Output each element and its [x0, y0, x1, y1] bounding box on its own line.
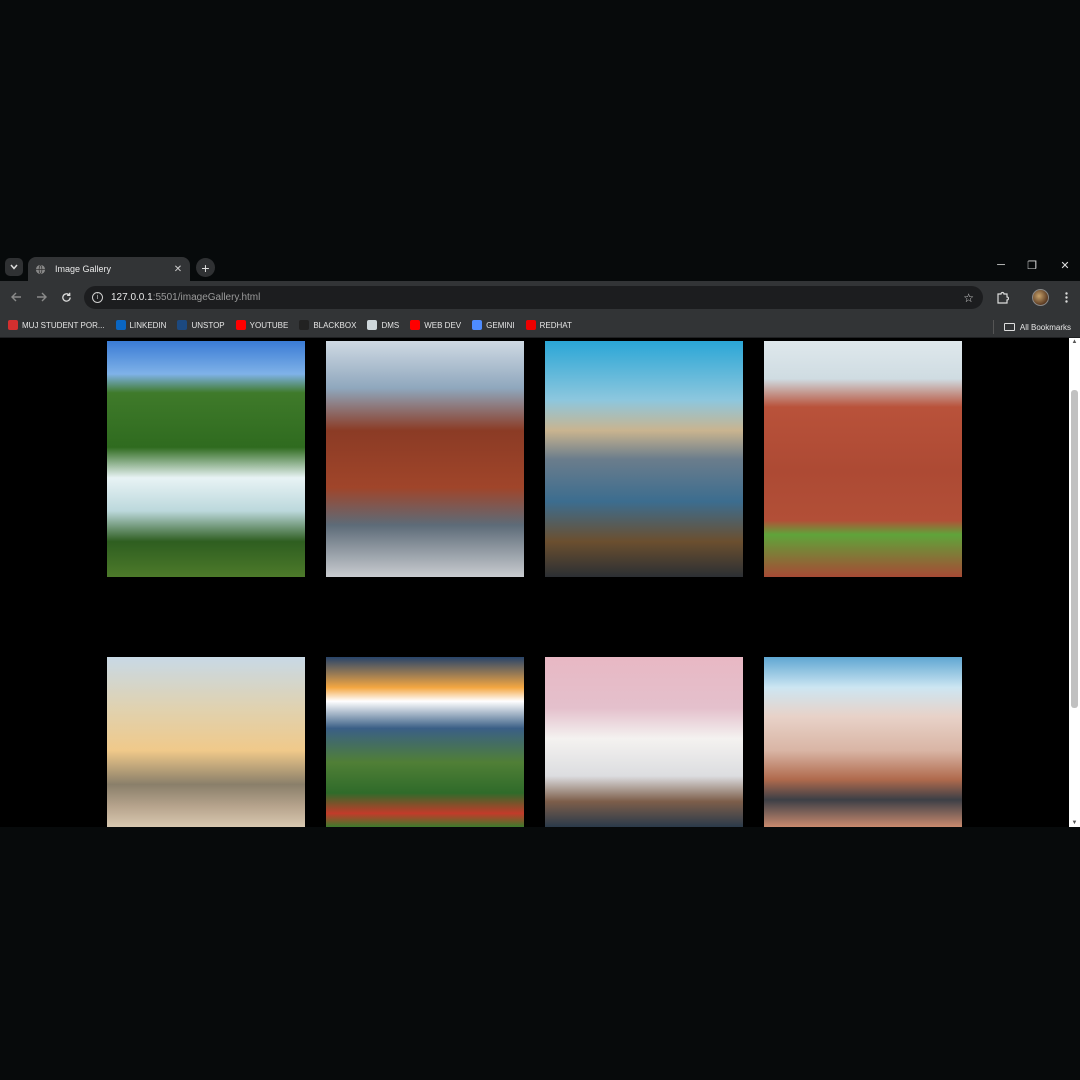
kebab-menu-icon[interactable] [1059, 290, 1073, 304]
all-bookmarks-label: All Bookmarks [1019, 322, 1071, 332]
site-info-icon[interactable]: i [92, 292, 103, 303]
new-tab-button[interactable]: + [196, 258, 215, 277]
restore-button[interactable]: ❐ [1024, 259, 1040, 272]
bookmark-label: UNSTOP [191, 320, 225, 330]
extensions-puzzle-icon[interactable] [995, 290, 1009, 304]
document-icon [367, 320, 378, 330]
bookmark-muj-student-por[interactable]: MUJ STUDENT POR... [8, 320, 105, 330]
scrollbar-thumb[interactable] [1071, 390, 1078, 708]
url-path: :5501/imageGallery.html [152, 292, 261, 303]
gallery-image-red-fort[interactable] [764, 341, 962, 577]
scroll-down-arrow-icon[interactable]: ▼ [1070, 820, 1079, 826]
bookmark-label: LINKEDIN [129, 320, 167, 330]
gallery-image-london-eye-river[interactable] [545, 341, 743, 577]
bookmark-label: GEMINI [486, 320, 515, 330]
bookmark-unstop[interactable]: UNSTOP [177, 320, 225, 330]
gallery-image-taj-mahal[interactable] [764, 657, 962, 827]
gallery-image-lotus-temple[interactable] [545, 657, 743, 827]
gallery-image-waterfall-town[interactable] [107, 341, 305, 577]
redhat-icon [525, 320, 536, 330]
gemini-sparkle-icon [472, 320, 483, 330]
gallery-image-mountain-train[interactable] [326, 657, 524, 827]
bookmark-dms[interactable]: DMS [367, 320, 399, 330]
bookmark-blackbox[interactable]: BLACKBOX [299, 320, 356, 330]
tab-search-button[interactable] [5, 258, 23, 276]
muj-logo-icon [8, 320, 18, 330]
vertical-scrollbar[interactable]: ▲ ▼ [1069, 338, 1080, 827]
linkedin-icon [115, 320, 126, 330]
globe-icon [35, 264, 46, 275]
tab-image-gallery[interactable]: Image Gallery ✕ [28, 257, 190, 281]
reload-icon[interactable] [59, 290, 73, 304]
youtube-icon [235, 320, 246, 330]
tab-title: Image Gallery [55, 264, 112, 274]
bookmark-youtube[interactable]: YOUTUBE [235, 320, 289, 330]
bookmark-gemini[interactable]: GEMINI [472, 320, 515, 330]
back-arrow-icon[interactable] [9, 290, 23, 304]
bookmark-label: REDHAT [539, 320, 572, 330]
url-host: 127.0.0.1 [111, 292, 153, 303]
bookmark-label: YOUTUBE [249, 320, 289, 330]
gallery-image-city-street[interactable] [326, 341, 524, 577]
bookmark-label: MUJ STUDENT POR... [22, 320, 105, 330]
address-bar[interactable]: i 127.0.0.1:5501/imageGallery.html ☆ [84, 286, 983, 309]
bookmark-label: DMS [381, 320, 400, 330]
bookmarks-bar: MUJ STUDENT POR... LINKEDIN UNSTOP YOUTUBE B… [0, 313, 1080, 338]
gallery-image-istanbul-mosque[interactable] [107, 657, 305, 827]
bookmark-redhat[interactable]: REDHAT [525, 320, 572, 330]
bookmark-linkedin[interactable]: LINKEDIN [115, 320, 167, 330]
unstop-icon [177, 320, 188, 330]
url-text: 127.0.0.1:5501/imageGallery.html [111, 292, 963, 303]
bookmark-label: BLACKBOX [313, 320, 357, 330]
close-window-button[interactable]: ✕ [1057, 259, 1073, 272]
browser-window: Image Gallery ✕ + ─ ❐ ✕ i 127.0.0.1:5501… [0, 254, 1080, 827]
bookmark-label: WEB DEV [424, 320, 462, 330]
forward-arrow-icon[interactable] [34, 290, 48, 304]
blackbox-icon [299, 320, 310, 330]
tab-close-icon[interactable]: ✕ [172, 264, 184, 275]
tab-strip: Image Gallery ✕ + ─ ❐ ✕ [0, 254, 1080, 281]
page-viewport: ▲ ▼ [0, 338, 1080, 827]
bookmarks-separator [992, 320, 994, 334]
profile-avatar[interactable] [1032, 289, 1049, 306]
minimize-button[interactable]: ─ [993, 259, 1009, 271]
youtube-icon [410, 320, 421, 330]
all-bookmarks-button[interactable]: All Bookmarks [992, 320, 1071, 334]
scroll-up-arrow-icon[interactable]: ▲ [1070, 339, 1079, 345]
bookmark-web-dev[interactable]: WEB DEV [410, 320, 461, 330]
toolbar: i 127.0.0.1:5501/imageGallery.html ☆ [0, 281, 1080, 313]
chevron-down-icon [10, 264, 18, 270]
bookmark-star-icon[interactable]: ☆ [963, 291, 974, 305]
folder-icon [1003, 323, 1015, 331]
